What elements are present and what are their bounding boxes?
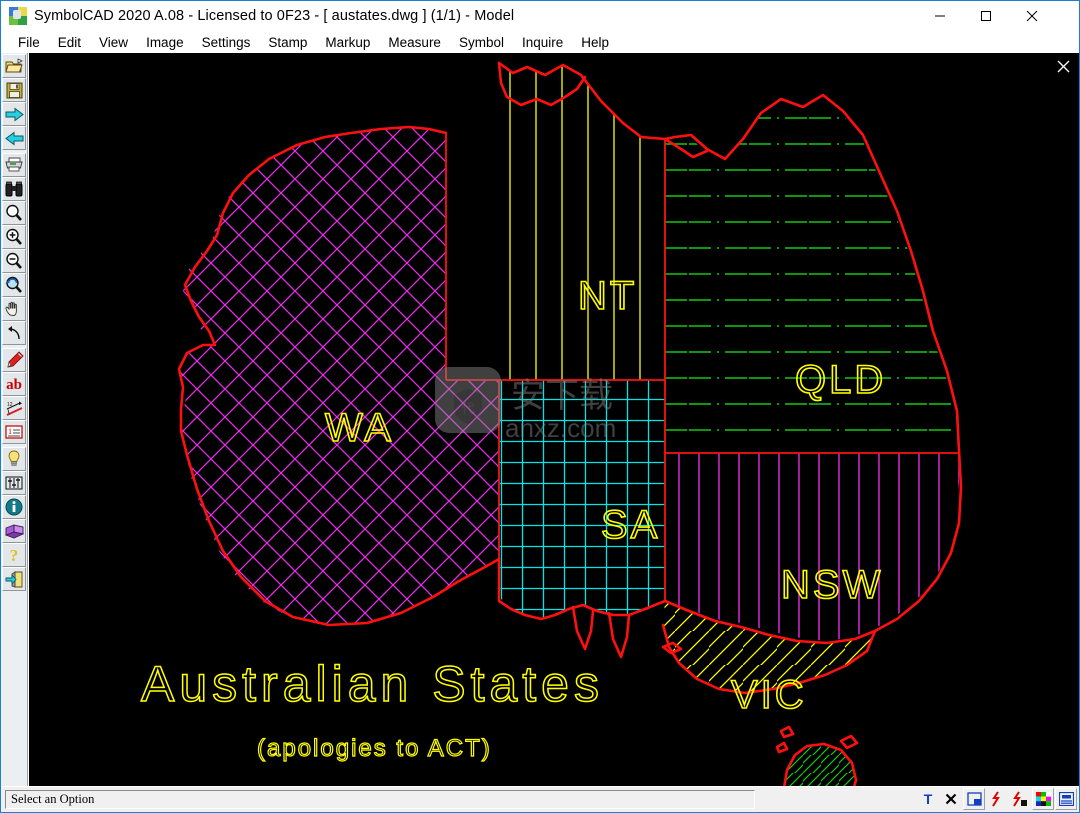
status-toolbar: T (916, 788, 1077, 810)
label-wa: WA (325, 406, 394, 450)
arrow-right-icon[interactable] (2, 102, 26, 126)
sliders-icon[interactable] (2, 471, 26, 495)
minimize-button[interactable] (917, 1, 963, 31)
menu-file[interactable]: File (9, 33, 49, 52)
drawing-canvas[interactable]: WA NT QLD SA NSW VIC TAS Australian Stat… (29, 53, 1079, 786)
redline-fill-icon[interactable] (1009, 788, 1031, 810)
menu-stamp[interactable]: Stamp (259, 33, 316, 52)
pencil-icon[interactable] (2, 348, 26, 372)
undo-arrow-icon[interactable] (2, 321, 26, 345)
label-nsw: NSW (781, 563, 883, 607)
redline-icon[interactable] (986, 788, 1008, 810)
arrow-left-icon[interactable] (2, 126, 26, 150)
status-message: Select an Option (11, 792, 95, 806)
drawing-subtitle: (apologies to ACT) (257, 735, 492, 762)
magnifier-icon[interactable] (2, 201, 26, 225)
drawing-title-group: Australian States (apologies to ACT) (140, 655, 604, 762)
region-nsw (665, 453, 959, 641)
text-tool-icon[interactable]: T (917, 788, 939, 810)
region-nt (499, 63, 665, 380)
menu-symbol[interactable]: Symbol (450, 33, 513, 52)
svg-text:1: 1 (8, 427, 12, 436)
help-question-icon[interactable]: ? (2, 543, 26, 567)
label-vic: VIC (731, 673, 807, 717)
delete-x-icon[interactable] (940, 788, 962, 810)
region-tas (785, 745, 855, 786)
color-palette-icon[interactable] (1032, 788, 1054, 810)
book-icon[interactable] (2, 519, 26, 543)
window-title: SymbolCAD 2020 A.08 - Licensed to 0F23 -… (34, 8, 515, 24)
maximize-button[interactable] (963, 1, 1009, 31)
info-icon[interactable] (2, 495, 26, 519)
document-close-icon[interactable] (1053, 56, 1073, 76)
label-qld: QLD (795, 358, 886, 402)
menu-help[interactable]: Help (572, 33, 618, 52)
menu-markup[interactable]: Markup (316, 33, 379, 52)
zoom-out-icon[interactable] (2, 249, 26, 273)
lightbulb-icon[interactable] (2, 447, 26, 471)
measure-ruler-icon[interactable]: 12 (2, 396, 26, 420)
exit-door-icon[interactable] (2, 567, 26, 591)
application-window: SymbolCAD 2020 A.08 - Licensed to 0F23 -… (0, 0, 1080, 813)
menu-settings[interactable]: Settings (193, 33, 260, 52)
drawing-title: Australian States (141, 656, 604, 712)
text-ab-icon[interactable]: ab (2, 372, 26, 396)
watermark: 代 安下载 anxz.com (435, 367, 616, 443)
status-bar: Select an Option T (1, 787, 1079, 812)
window-panel-icon[interactable] (963, 788, 985, 810)
label-nt: NT (578, 274, 637, 318)
save-view-icon[interactable] (1055, 788, 1077, 810)
label-sa: SA (601, 503, 660, 547)
pan-hand-icon[interactable] (2, 297, 26, 321)
menu-edit[interactable]: Edit (49, 33, 90, 52)
close-button[interactable] (1009, 1, 1055, 31)
status-message-field[interactable]: Select an Option (5, 790, 755, 809)
binoculars-icon[interactable] (2, 177, 26, 201)
watermark-cjk: 安下载 (511, 377, 613, 415)
printer-icon[interactable] (2, 153, 26, 177)
menu-inquire[interactable]: Inquire (513, 33, 572, 52)
menu-measure[interactable]: Measure (379, 33, 450, 52)
open-folder-icon[interactable] (2, 54, 26, 78)
svg-text:代: 代 (461, 401, 474, 416)
svg-text:T: T (924, 791, 933, 807)
svg-text:?: ? (10, 546, 19, 564)
symbolcad-logo-icon (9, 7, 27, 25)
watermark-text: anxz.com (505, 413, 616, 443)
svg-text:ab: ab (6, 377, 22, 392)
menu-bar: File Edit View Image Settings Stamp Mark… (1, 31, 1079, 53)
count-list-icon[interactable]: 1 (2, 420, 26, 444)
zoom-previous-icon[interactable] (2, 273, 26, 297)
menu-image[interactable]: Image (137, 33, 193, 52)
save-disk-icon[interactable] (2, 78, 26, 102)
menu-view[interactable]: View (90, 33, 137, 52)
left-toolbar: ab 12 1 ? (1, 53, 28, 786)
zoom-in-icon[interactable] (2, 225, 26, 249)
